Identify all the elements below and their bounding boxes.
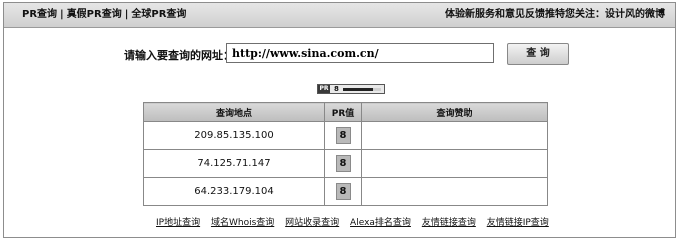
table-row: 209.85.135.100 8: [143, 121, 548, 150]
sponsor-cell: [361, 121, 548, 150]
top-bar: PR查询 | 真假PR查询 | 全球PR查询 体验新服务和意见反馈推特您关注：设计风的微…: [4, 3, 675, 28]
ip-cell: 64.233.179.104: [143, 177, 325, 206]
nav-global-pr-query[interactable]: 全球PR查询: [131, 9, 186, 20]
sponsor-cell: [361, 177, 548, 206]
top-nav: PR查询 | 真假PR查询 | 全球PR查询: [22, 3, 186, 27]
nav-separator: |: [124, 9, 129, 20]
query-button[interactable]: 查 询: [507, 43, 569, 65]
table-row: 74.125.71.147 8: [143, 149, 548, 178]
pr-value: 8: [335, 127, 351, 144]
url-label: 请输入要查询的网址：: [124, 49, 234, 62]
pr-badge-tag: PR: [318, 85, 330, 93]
nav-pr-query[interactable]: PR查询: [22, 9, 57, 20]
pr-badge-bar: [343, 88, 381, 91]
pr-value: 8: [335, 155, 351, 172]
friend-link-ip-query-link[interactable]: 友情链接IP查询: [487, 218, 549, 228]
header-sponsor: 查询赞助: [361, 102, 548, 122]
url-input[interactable]: [226, 43, 494, 63]
pagerank-badge: PR 8: [317, 84, 385, 94]
nav-fake-pr-query[interactable]: 真假PR查询: [67, 9, 122, 20]
ip-address-query-link[interactable]: IP地址查询: [156, 218, 200, 228]
results-header-row: 查询地点 PR值 查询赞助: [143, 102, 548, 122]
pr-cell: 8: [324, 177, 362, 206]
nav-separator: |: [60, 9, 64, 20]
whois-query-link[interactable]: 域名Whois查询: [211, 218, 274, 228]
weibo-follow-link[interactable]: 体验新服务和意见反馈推特您关注：设计风的微博: [445, 9, 665, 20]
ip-cell: 74.125.71.147: [143, 149, 325, 178]
header-pr-value: PR值: [324, 102, 362, 122]
friend-link-query-link[interactable]: 友情链接查询: [422, 218, 476, 228]
pr-badge-fill: [343, 88, 374, 91]
pr-cell: 8: [324, 149, 362, 178]
site-index-query-link[interactable]: 网站收录查询: [285, 218, 339, 228]
query-row: 请输入要查询的网址： 查 询: [4, 43, 675, 67]
pr-badge-value: 8: [334, 85, 339, 93]
pr-query-panel: PR查询 | 真假PR查询 | 全球PR查询 体验新服务和意见反馈推特您关注：设计风的微…: [3, 2, 676, 238]
pr-value: 8: [335, 183, 351, 200]
header-location: 查询地点: [143, 102, 325, 122]
results-table: 查询地点 PR值 查询赞助 209.85.135.100 8 74.125.71…: [143, 102, 548, 206]
top-notice: 体验新服务和意见反馈推特您关注：设计风的微博: [445, 3, 665, 27]
sponsor-cell: [361, 149, 548, 178]
pr-cell: 8: [324, 121, 362, 150]
ip-cell: 209.85.135.100: [143, 121, 325, 150]
table-row: 64.233.179.104 8: [143, 177, 548, 206]
footer-links: IP地址查询 域名Whois查询 网站收录查询 Alexa排名查询 友情链接查询…: [156, 215, 557, 228]
alexa-rank-query-link[interactable]: Alexa排名查询: [350, 218, 411, 228]
